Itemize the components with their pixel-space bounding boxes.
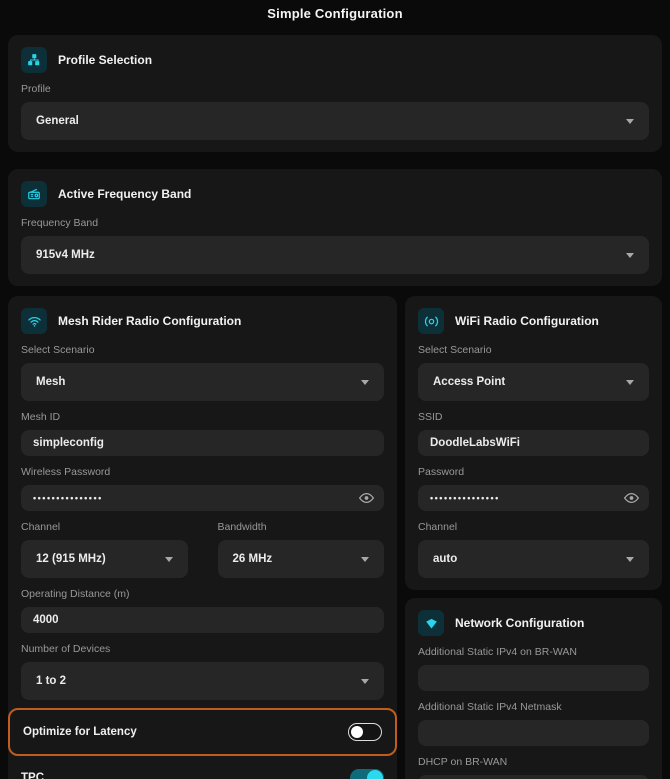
number-of-devices-value: 1 to 2 [36,675,66,687]
number-of-devices-select[interactable]: 1 to 2 [21,662,384,700]
wifi-icon [21,308,47,334]
wifi-channel-select[interactable]: auto [418,540,649,578]
tpc-label: TPC [21,772,44,779]
operating-distance-input[interactable] [21,607,384,633]
wifi-password-input[interactable] [418,485,649,511]
two-column-layout: Mesh Rider Radio Configuration Select Sc… [8,296,662,779]
page-title: Simple Configuration [0,6,670,21]
channel-value: 12 (915 MHz) [36,553,106,565]
mesh-scenario-label: Select Scenario [21,344,384,356]
chevron-down-icon [361,380,369,385]
chevron-down-icon [626,253,634,258]
profile-label: Profile [21,83,649,95]
optimize-latency-label: Optimize for Latency [23,726,137,738]
channel-select[interactable]: 12 (915 MHz) [21,540,188,578]
chevron-down-icon [626,119,634,124]
chevron-down-icon [626,380,634,385]
wifi-scenario-label: Select Scenario [418,344,649,356]
bandwidth-value: 26 MHz [233,553,273,565]
radio-icon [21,181,47,207]
frequency-band-select[interactable]: 915v4 MHz [21,236,649,274]
dhcp-select[interactable]: Client Enabled [418,775,649,779]
frequency-band-value: 915v4 MHz [36,249,95,261]
mesh-card-header: Mesh Rider Radio Configuration [21,308,384,334]
network-card-header: Network Configuration [418,610,649,636]
main-container: Profile Selection Profile General Active… [0,35,670,779]
wifi-password-field [418,485,649,511]
mesh-id-label: Mesh ID [21,411,384,423]
wifi-channel-value: auto [433,553,457,565]
optimize-latency-toggle[interactable] [348,723,382,741]
mesh-card-title: Mesh Rider Radio Configuration [58,314,241,328]
chevron-down-icon [165,557,173,562]
network-card-title: Network Configuration [455,616,584,630]
ssid-input[interactable] [418,430,649,456]
channel-label: Channel [21,521,188,533]
netmask-input[interactable] [418,720,649,746]
frequency-card-header: Active Frequency Band [21,181,649,207]
wifi-card-header: WiFi Radio Configuration [418,308,649,334]
network-icon [418,610,444,636]
bandwidth-label: Bandwidth [218,521,385,533]
static-ipv4-label: Additional Static IPv4 on BR-WAN [418,646,649,658]
access-point-icon [418,308,444,334]
page-header: Simple Configuration [0,0,670,35]
tpc-row: TPC [21,758,384,779]
wireless-password-input[interactable] [21,485,384,511]
toggle-knob [367,770,383,779]
netmask-label: Additional Static IPv4 Netmask [418,701,649,713]
bandwidth-select[interactable]: 26 MHz [218,540,385,578]
network-config-card: Network Configuration Additional Static … [405,598,662,779]
wireless-password-field [21,485,384,511]
eye-icon[interactable] [359,493,374,504]
wifi-channel-label: Channel [418,521,649,533]
profile-selection-card: Profile Selection Profile General [8,35,662,152]
optimize-latency-row: Optimize for Latency [8,708,397,756]
number-of-devices-label: Number of Devices [21,643,384,655]
profile-card-title: Profile Selection [58,53,152,67]
operating-distance-label: Operating Distance (m) [21,588,384,600]
toggle-knob [351,726,363,738]
mesh-scenario-value: Mesh [36,376,65,388]
wifi-card-title: WiFi Radio Configuration [455,314,599,328]
wifi-scenario-value: Access Point [433,376,505,388]
frequency-band-card: Active Frequency Band Frequency Band 915… [8,169,662,286]
frequency-band-label: Frequency Band [21,217,649,229]
right-column: WiFi Radio Configuration Select Scenario… [405,296,662,779]
chevron-down-icon [361,557,369,562]
wireless-password-label: Wireless Password [21,466,384,478]
dhcp-label: DHCP on BR-WAN [418,756,649,768]
wifi-radio-card: WiFi Radio Configuration Select Scenario… [405,296,662,590]
hierarchy-icon [21,47,47,73]
wifi-scenario-select[interactable]: Access Point [418,363,649,401]
profile-card-header: Profile Selection [21,47,649,73]
profile-select-value: General [36,115,79,127]
frequency-card-title: Active Frequency Band [58,187,191,201]
channel-bandwidth-row: Channel 12 (915 MHz) Bandwidth 26 MHz [21,511,384,578]
tpc-toggle[interactable] [350,769,384,779]
eye-icon[interactable] [624,493,639,504]
chevron-down-icon [361,679,369,684]
mesh-rider-card: Mesh Rider Radio Configuration Select Sc… [8,296,397,779]
ssid-label: SSID [418,411,649,423]
mesh-id-input[interactable] [21,430,384,456]
mesh-scenario-select[interactable]: Mesh [21,363,384,401]
profile-select[interactable]: General [21,102,649,140]
wifi-password-label: Password [418,466,649,478]
chevron-down-icon [626,557,634,562]
static-ipv4-input[interactable] [418,665,649,691]
